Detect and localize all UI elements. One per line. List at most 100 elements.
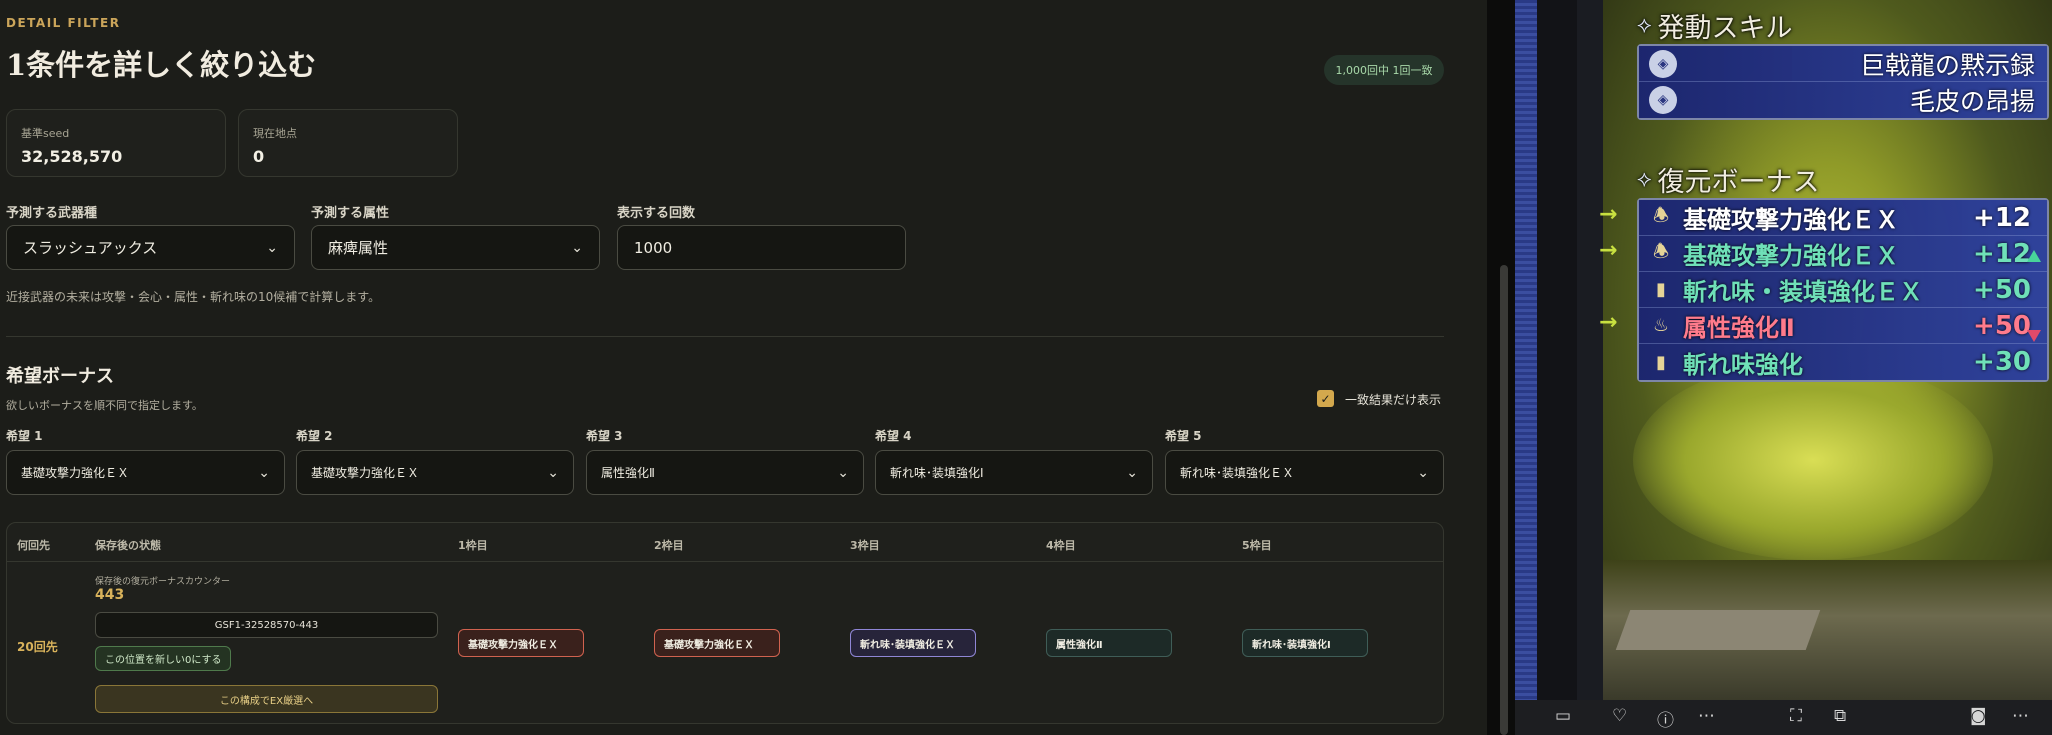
crop-icon[interactable]: ⛶ [1790, 706, 1802, 726]
bonus-name: 属性強化Ⅱ [1683, 314, 1795, 342]
whetstone-icon: ▮ [1656, 351, 1666, 373]
arrow-right-icon: → [1599, 310, 1618, 335]
match-count-badge: 1,000回中 1回一致 [1324, 55, 1444, 85]
chevron-down-icon: ⌄ [258, 464, 270, 481]
increase-indicator-icon [2027, 250, 2041, 262]
state-code-field[interactable]: GSF1-32528570-443 [95, 612, 438, 638]
skill-icon: ◈ [1649, 86, 1677, 114]
bonus-name: 斬れ味・装填強化ＥＸ [1683, 278, 1923, 306]
chevron-down-icon: ⌄ [1126, 464, 1138, 481]
bonus-row: ♨ 属性強化Ⅱ +50 [1639, 308, 2047, 344]
wish-label-4: 希望 4 [875, 429, 912, 443]
info-icon[interactable]: ⓘ [1657, 706, 1674, 731]
bonus-name: 斬れ味強化 [1683, 350, 1803, 379]
stat-label: 基準seed [21, 127, 70, 140]
count-label: 表示する回数 [617, 206, 696, 221]
stat-label: 現在地点 [253, 127, 297, 140]
chevron-down-icon: ⌄ [571, 239, 583, 256]
bonus-panel: 🕭 基礎攻撃力強化ＥＸ +12 🕭 基礎攻撃力強化ＥＸ +12 ▮ 斬れ味・装填… [1637, 198, 2049, 382]
table-header-divider [7, 561, 1443, 562]
slot-tag-1: 基礎攻撃力強化ＥＸ [458, 629, 584, 657]
weapon-label: 予測する武器種 [6, 206, 98, 221]
slot-tag-4: 属性強化Ⅱ [1046, 629, 1172, 657]
chevron-down-icon: ⌄ [837, 464, 849, 481]
wish-select-3[interactable]: 属性強化Ⅱ ⌄ [586, 450, 864, 495]
header-slot-3: 3枠目 [850, 539, 880, 552]
only-match-label[interactable]: 一致結果だけ表示 [1345, 391, 1441, 408]
bonus-name: 基礎攻撃力強化ＥＸ [1683, 206, 1899, 234]
bonus-row: ▮ 斬れ味強化 +30 [1639, 344, 2047, 380]
header-slot-1: 1枠目 [458, 539, 488, 552]
wish-select-5[interactable]: 斬れ味･装填強化ＥＸ ⌄ [1165, 450, 1444, 495]
bonus-category-icon: ⟡ [1637, 167, 1652, 192]
slot-tag-5: 斬れ味･装填強化Ⅰ [1242, 629, 1368, 657]
viewer-toolbar: ▭ ♡ ⓘ ⋯ ⛶ ⧉ ◙ ⋯ [1515, 700, 2052, 735]
skill-icon: ◈ [1649, 49, 1677, 78]
ex-selection-button[interactable]: この構成でEX厳選へ [95, 685, 438, 713]
bell-icon: 🕭 [1652, 204, 1670, 226]
bonus-name: 基礎攻撃力強化ＥＸ [1683, 242, 1899, 270]
slot-tag-2: 基礎攻撃力強化ＥＸ [654, 629, 780, 657]
skill-row: ◈ 毛皮の昂揚 [1639, 82, 2047, 118]
element-icon: ♨ [1652, 315, 1670, 336]
bonus-value: +50 [1973, 274, 2031, 305]
stat-base-seed: 基準seed 32,528,570 [6, 109, 226, 177]
weapon-select[interactable]: スラッシュアックス ⌄ [6, 225, 295, 270]
stone-slab [1615, 610, 1821, 650]
bonus-header-label: 復元ボーナス [1657, 167, 1820, 198]
bonus-value: +12 [1973, 238, 2031, 269]
adjacent-window-edge [1515, 0, 1537, 700]
chevron-down-icon: ⌄ [266, 239, 278, 256]
wish-label-5: 希望 5 [1165, 429, 1202, 443]
count-input[interactable]: 1000 [617, 225, 906, 270]
scrollbar-thumb[interactable] [1500, 265, 1508, 735]
state-value: 443 [95, 587, 125, 603]
wish-select-value: 斬れ味･装填強化ＥＸ [1180, 466, 1295, 480]
scan-icon[interactable]: ⧉ [1834, 706, 1846, 726]
stat-current-position: 現在地点 0 [238, 109, 458, 177]
count-input-value: 1000 [634, 238, 673, 257]
row-turns: 20回先 [17, 640, 58, 654]
section-eyebrow: DETAIL FILTER [6, 16, 121, 30]
foliage-highlight [1633, 360, 1993, 560]
stat-value: 32,528,570 [21, 147, 123, 166]
bonus-row: 🕭 基礎攻撃力強化ＥＸ +12 [1639, 236, 2047, 272]
skill-row: ◈ 巨戟龍の黙示録 [1639, 46, 2047, 82]
page-title: 1条件を詳しく絞り込む [6, 48, 317, 82]
skill-name: 毛皮の昂揚 [1909, 87, 2035, 116]
bonus-row: ▮ 斬れ味・装填強化ＥＸ +50 [1639, 272, 2047, 308]
game-screenshot: ⟡ 発動スキル ◈ 巨戟龍の黙示録 ◈ 毛皮の昂揚 ⟡ 復元ボーナス 🕭 基礎攻… [1603, 0, 2052, 700]
wish-label-2: 希望 2 [296, 429, 333, 443]
check-icon: ✓ [1320, 391, 1331, 406]
slot-tag-3: 斬れ味･装填強化ＥＸ [850, 629, 976, 657]
heart-icon[interactable]: ♡ [1612, 706, 1627, 726]
header-slot-5: 5枠目 [1242, 539, 1272, 552]
wish-label-1: 希望 1 [6, 429, 43, 443]
divider [6, 336, 1444, 337]
skill-category-icon: ⟡ [1637, 13, 1652, 38]
only-match-checkbox[interactable]: ✓ [1317, 390, 1334, 407]
wish-select-value: 属性強化Ⅱ [601, 466, 655, 480]
arrow-right-icon: → [1599, 238, 1618, 263]
chevron-down-icon: ⌄ [547, 464, 559, 481]
weapon-select-value: スラッシュアックス [23, 239, 158, 257]
wish-select-2[interactable]: 基礎攻撃力強化ＥＸ ⌄ [296, 450, 574, 495]
more-icon[interactable]: ⋯ [1698, 706, 1715, 726]
whetstone-icon: ▮ [1656, 279, 1666, 300]
header-slot-4: 4枠目 [1046, 539, 1076, 552]
more-icon[interactable]: ⋯ [2012, 706, 2029, 726]
wish-select-4[interactable]: 斬れ味･装填強化Ⅰ ⌄ [875, 450, 1153, 495]
screenshot-icon[interactable]: ◙ [1970, 706, 1987, 726]
viewer-margin [1577, 0, 1603, 700]
wish-select-1[interactable]: 基礎攻撃力強化ＥＸ ⌄ [6, 450, 285, 495]
skills-header-label: 発動スキル [1657, 13, 1793, 44]
bonus-value: +12 [1973, 202, 2031, 233]
stat-value: 0 [253, 147, 265, 166]
header-turns: 何回先 [17, 539, 50, 552]
wishes-subtitle: 欲しいボーナスを順不同で指定します。 [6, 399, 203, 412]
element-select[interactable]: 麻痺属性 ⌄ [311, 225, 600, 270]
subtitle-icon[interactable]: ▭ [1555, 706, 1571, 726]
reset-position-button[interactable]: この位置を新しい0にする [95, 646, 232, 671]
decrease-indicator-icon [2027, 330, 2041, 342]
detail-filter-page: DETAIL FILTER 1条件を詳しく絞り込む 1,000回中 1回一致 基… [0, 0, 1487, 735]
